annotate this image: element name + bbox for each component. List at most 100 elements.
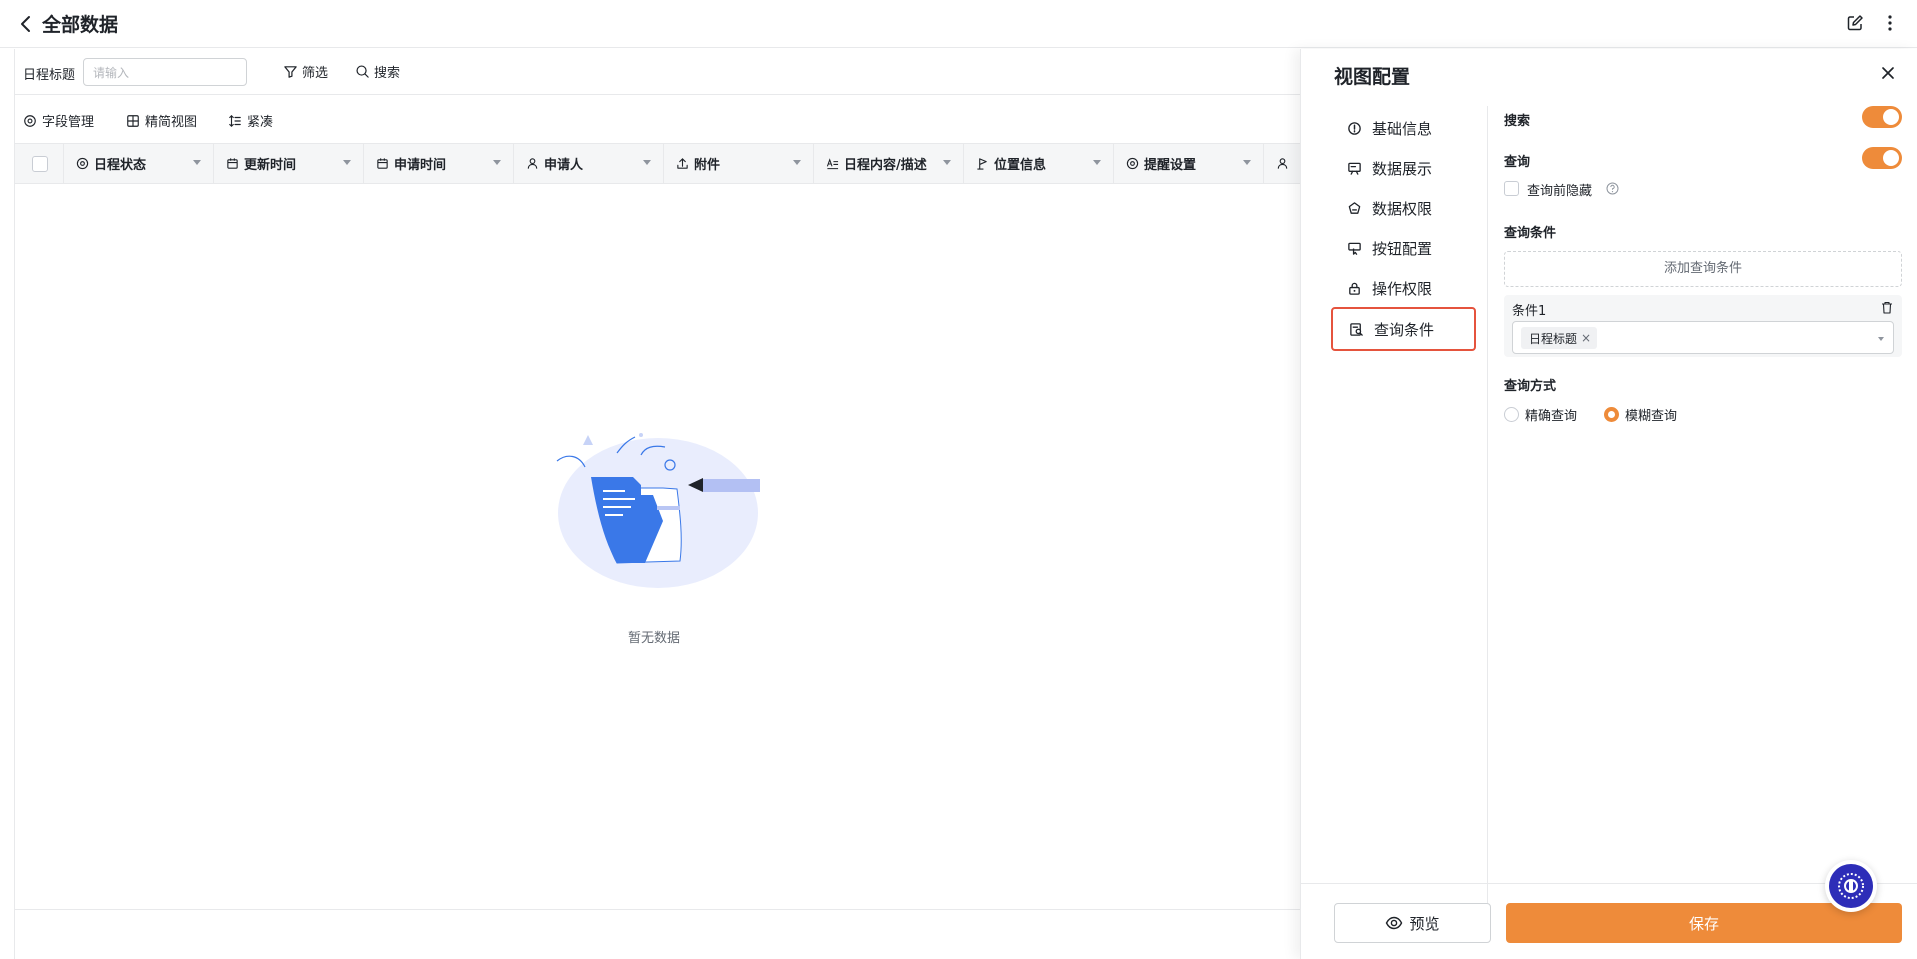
filter-button-label: 筛选 — [302, 66, 329, 81]
chevron-down-icon[interactable] — [1093, 160, 1101, 165]
page-title: 全部数据 — [42, 14, 119, 36]
location-icon — [977, 158, 987, 170]
chevron-down-icon[interactable] — [193, 160, 201, 165]
calendar-icon — [227, 158, 238, 169]
remove-tag-icon[interactable]: × — [1581, 331, 1591, 345]
assistant-float-button[interactable] — [1825, 860, 1877, 912]
nav-label: 查询条件 — [1374, 320, 1435, 339]
select-all-checkbox[interactable] — [32, 156, 48, 172]
nav-label: 操作权限 — [1372, 279, 1433, 298]
query-icon — [1350, 322, 1363, 336]
density-label: 紧凑 — [247, 115, 274, 130]
query-conditions-label: 查询条件 — [1504, 226, 1557, 241]
density-button[interactable]: 紧凑 — [228, 111, 273, 130]
column-header-location[interactable]: 位置信息 — [963, 144, 1113, 183]
preview-button[interactable]: 预览 — [1334, 903, 1491, 943]
edit-icon[interactable] — [1845, 13, 1865, 33]
column-label: 日程内容/描述 — [844, 158, 927, 173]
add-query-condition-button[interactable]: 添加查询条件 — [1504, 251, 1902, 287]
condition-card: 条件1 日程标题 × — [1504, 295, 1902, 357]
column-header-schedule-status[interactable]: 日程状态 — [63, 144, 213, 183]
text-icon — [826, 158, 839, 170]
nav-label: 数据展示 — [1372, 159, 1433, 178]
exact-query-label: 精确查询 — [1525, 409, 1578, 424]
column-label: 日程状态 — [94, 158, 147, 173]
back-arrow-icon[interactable] — [16, 14, 36, 34]
nav-label: 基础信息 — [1372, 119, 1433, 138]
filter-bar: 日程标题 请输入 筛选 搜索 — [15, 49, 1301, 95]
search-button-label: 搜索 — [374, 66, 401, 81]
preview-label: 预览 — [1409, 914, 1440, 933]
nav-item-basic-info[interactable]: 基础信息 — [1331, 108, 1476, 148]
compact-view-button[interactable]: 精简视图 — [126, 111, 197, 130]
chevron-down-icon[interactable] — [343, 160, 351, 165]
fuzzy-query-radio[interactable] — [1604, 407, 1619, 422]
lock-icon — [1349, 282, 1360, 295]
more-vertical-icon[interactable] — [1880, 13, 1900, 33]
display-icon — [1348, 162, 1361, 175]
chevron-down-icon[interactable] — [943, 160, 951, 165]
nav-item-data-display[interactable]: 数据展示 — [1331, 148, 1476, 188]
chevron-down-icon[interactable] — [643, 160, 651, 165]
column-header-attachment[interactable]: 附件 — [663, 144, 813, 183]
column-label: 位置信息 — [994, 158, 1047, 173]
column-header-content[interactable]: 日程内容/描述 — [813, 144, 963, 183]
chevron-down-icon[interactable] — [793, 160, 801, 165]
nav-label: 数据权限 — [1372, 199, 1433, 218]
close-icon[interactable] — [1879, 64, 1897, 82]
search-icon — [356, 65, 369, 78]
view-toolbar: 字段管理 精简视图 紧凑 — [15, 105, 1301, 137]
column-header-reminder[interactable]: 提醒设置 — [1113, 144, 1263, 183]
nav-item-data-permission[interactable]: 数据权限 — [1331, 188, 1476, 228]
empty-state-text: 暂无数据 — [628, 631, 681, 646]
calendar-icon — [377, 158, 388, 169]
nav-item-operation-permission[interactable]: 操作权限 — [1331, 268, 1476, 308]
query-mode-label: 查询方式 — [1504, 379, 1557, 394]
query-setting-label: 查询 — [1504, 155, 1531, 170]
exact-query-radio[interactable] — [1504, 407, 1519, 422]
query-toggle[interactable] — [1862, 147, 1902, 169]
hide-before-query-label: 查询前隐藏 — [1527, 184, 1593, 199]
panel-footer: 预览 保存 — [1301, 883, 1917, 959]
column-label: 更新时间 — [244, 158, 297, 173]
info-icon — [1348, 121, 1361, 135]
selected-field-tag: 日程标题 × — [1521, 327, 1598, 349]
nav-item-button-config[interactable]: 按钮配置 — [1331, 228, 1476, 268]
divider — [14, 909, 1300, 910]
table-header: 日程状态 更新时间 申请时间 申请人 附件 日程内容/描述 位置信息 提醒设置 — [15, 143, 1301, 184]
trash-icon[interactable] — [1881, 301, 1893, 314]
column-header-update-time[interactable]: 更新时间 — [213, 144, 363, 183]
chevron-down-icon[interactable] — [493, 160, 501, 165]
settings-icon — [24, 114, 36, 127]
column-header-partial[interactable] — [1263, 144, 1301, 183]
nav-item-query-conditions[interactable]: 查询条件 — [1331, 307, 1476, 351]
chevron-down-icon[interactable] — [1243, 160, 1251, 165]
filter-icon — [284, 66, 297, 78]
empty-state-illustration — [556, 433, 760, 588]
search-setting-label: 搜索 — [1504, 114, 1531, 129]
field-manage-button[interactable]: 字段管理 — [23, 111, 94, 130]
chevron-down-icon[interactable] — [1878, 337, 1884, 341]
column-label: 提醒设置 — [1144, 158, 1197, 173]
help-icon[interactable] — [1606, 182, 1619, 195]
field-manage-label: 字段管理 — [42, 115, 95, 130]
condition-field-select[interactable]: 日程标题 × — [1512, 321, 1894, 354]
page-header: 全部数据 — [0, 0, 1917, 48]
status-icon — [1126, 157, 1139, 170]
search-toggle[interactable] — [1862, 106, 1902, 128]
hide-before-query-checkbox[interactable] — [1504, 181, 1519, 196]
divider — [1487, 106, 1488, 916]
assistant-logo-icon — [1838, 873, 1864, 899]
panel-title: 视图配置 — [1334, 66, 1411, 88]
column-header-applicant[interactable]: 申请人 — [513, 144, 663, 183]
column-header-apply-time[interactable]: 申请时间 — [363, 144, 513, 183]
column-label: 附件 — [694, 158, 721, 173]
condition-name: 条件1 — [1512, 304, 1547, 319]
search-button[interactable]: 搜索 — [355, 62, 400, 81]
column-label: 申请人 — [544, 158, 584, 173]
filter-button[interactable]: 筛选 — [283, 62, 328, 81]
nav-label: 按钮配置 — [1372, 239, 1433, 258]
schedule-title-input[interactable]: 请输入 — [83, 58, 247, 86]
assistant-icon — [1829, 864, 1873, 908]
person-icon — [1277, 158, 1288, 169]
